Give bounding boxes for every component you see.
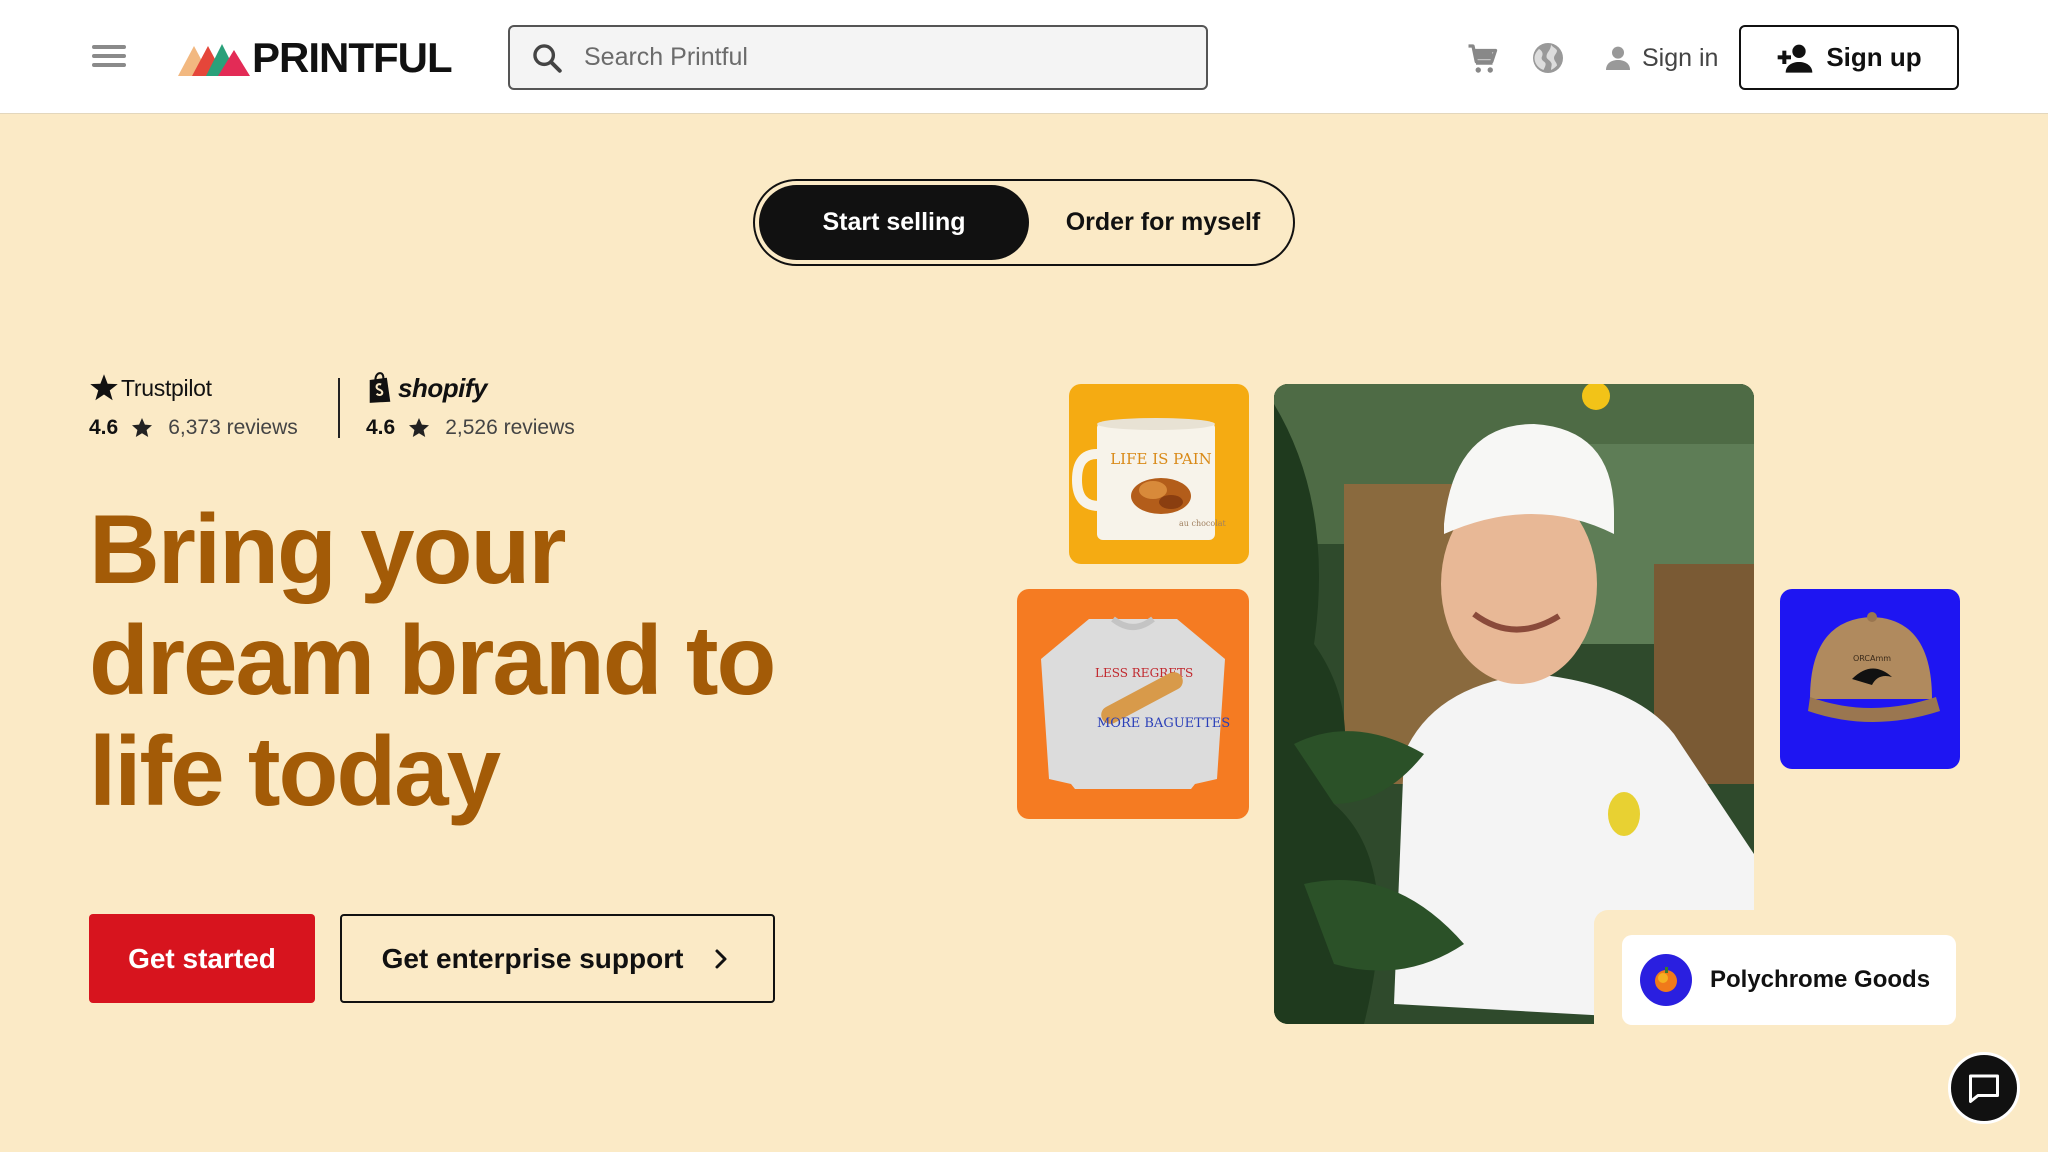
trustpilot-rating: Trustpilot 4.6 6,373 reviews bbox=[89, 368, 298, 440]
search-bar[interactable] bbox=[508, 25, 1208, 90]
trustpilot-name: Trustpilot bbox=[121, 374, 212, 401]
shopify-name: shopify bbox=[398, 372, 487, 403]
search-icon bbox=[533, 43, 562, 73]
sign-in-link[interactable]: Sign in bbox=[1602, 38, 1718, 78]
shopify-reviews: 2,526 reviews bbox=[445, 416, 575, 439]
get-started-button[interactable]: Get started bbox=[89, 914, 315, 1003]
trustpilot-star-icon bbox=[90, 374, 118, 401]
ratings-divider bbox=[338, 378, 340, 438]
store-badge: Polychrome Goods bbox=[1622, 935, 1956, 1025]
star-icon bbox=[409, 418, 430, 437]
top-navigation-bar: PRINTFUL Sign in Sign up bbox=[0, 0, 2048, 114]
shopify-rating: shopify 4.6 2,526 reviews bbox=[366, 368, 575, 440]
chat-button[interactable] bbox=[1948, 1052, 2020, 1124]
add-user-icon bbox=[1777, 44, 1813, 73]
store-avatar bbox=[1640, 954, 1692, 1006]
start-selling-tab[interactable]: Start selling bbox=[759, 185, 1029, 260]
menu-icon[interactable] bbox=[88, 40, 130, 76]
shopify-score: 4.6 bbox=[366, 416, 396, 439]
sign-up-button[interactable]: Sign up bbox=[1739, 25, 1959, 90]
user-icon bbox=[1606, 46, 1630, 70]
headline-line-2: dream brand to bbox=[89, 605, 776, 715]
globe-icon[interactable] bbox=[1530, 40, 1566, 76]
printful-logo[interactable]: PRINTFUL bbox=[178, 34, 453, 81]
store-name: Polychrome Goods bbox=[1710, 966, 1931, 993]
sweatshirt-product-image: LESS REGRETS MORE BAGUETTES bbox=[1017, 589, 1249, 819]
mug-print-text: LIFE IS PAIN bbox=[1110, 450, 1212, 468]
trustpilot-score: 4.6 bbox=[89, 416, 119, 439]
cart-icon[interactable] bbox=[1464, 40, 1500, 76]
headline-line-1: Bring your bbox=[89, 494, 566, 604]
shopify-bag-icon bbox=[369, 372, 391, 403]
search-input[interactable] bbox=[584, 43, 1184, 72]
audience-toggle: Start selling Order for myself bbox=[753, 179, 1295, 266]
mug-print-subtext: au chocolat bbox=[1179, 519, 1227, 528]
headline-line-3: life today bbox=[89, 716, 501, 826]
chevron-right-icon bbox=[715, 949, 727, 968]
chat-icon bbox=[1969, 1074, 1999, 1103]
mug-product-image: LIFE IS PAIN au chocolat bbox=[1069, 384, 1249, 564]
trustpilot-reviews: 6,373 reviews bbox=[168, 416, 298, 439]
order-for-myself-tab[interactable]: Order for myself bbox=[1035, 185, 1291, 260]
sign-in-label: Sign in bbox=[1642, 43, 1719, 72]
logo-wordmark: PRINTFUL bbox=[252, 34, 453, 81]
hero-headline: Bring your dream brand to life today bbox=[89, 494, 849, 827]
enterprise-support-label: Get enterprise support bbox=[381, 942, 684, 974]
sign-up-label: Sign up bbox=[1826, 42, 1922, 72]
get-enterprise-support-button[interactable]: Get enterprise support bbox=[340, 914, 775, 1003]
sweatshirt-print-bottom: MORE BAGUETTES bbox=[1097, 716, 1230, 731]
cap-product-image: ORCAmm bbox=[1780, 589, 1960, 769]
star-icon bbox=[132, 418, 153, 437]
printful-logo-mark bbox=[178, 44, 250, 76]
cap-print-text: ORCAmm bbox=[1853, 654, 1891, 663]
